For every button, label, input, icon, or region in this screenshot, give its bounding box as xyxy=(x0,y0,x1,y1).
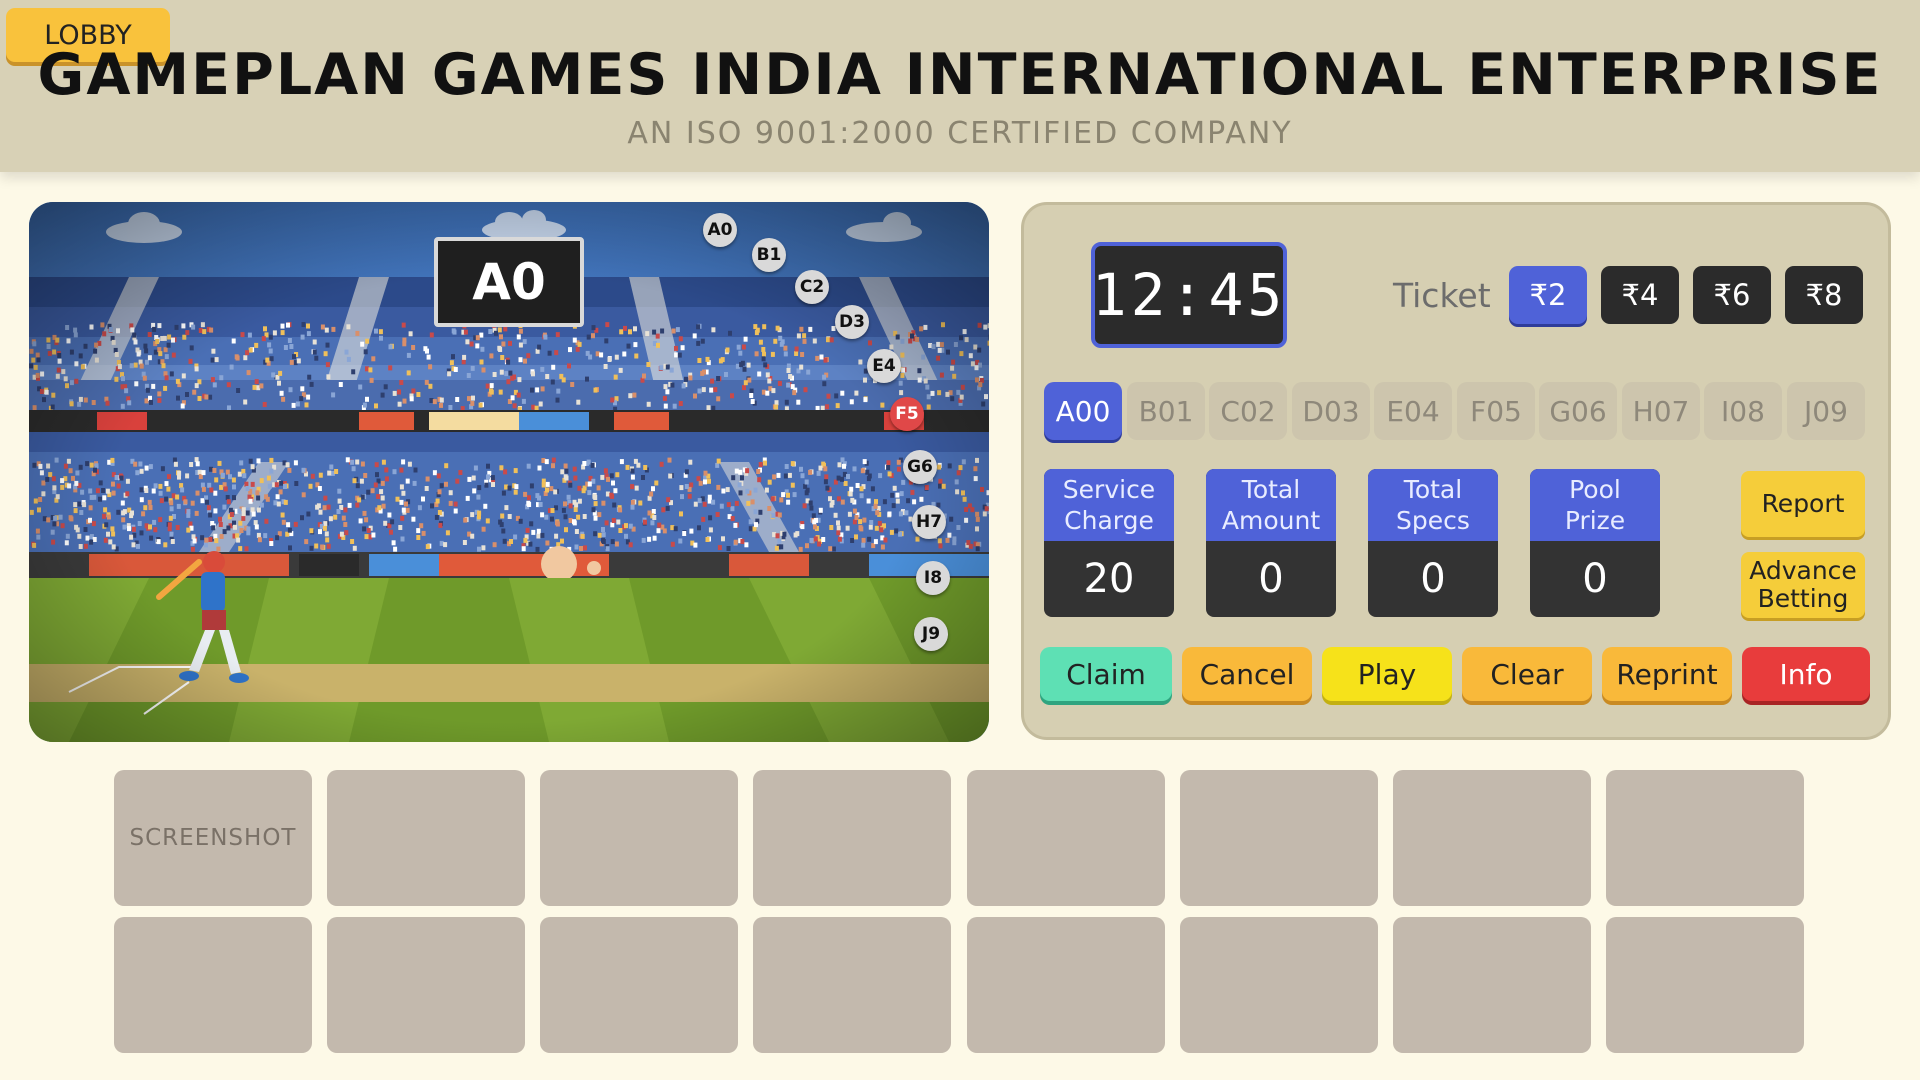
history-slot xyxy=(753,917,951,1053)
stat-value: 0 xyxy=(1258,556,1284,602)
sequence-marker-h7: H7 xyxy=(912,505,946,539)
sequence-marker-j9: J9 xyxy=(914,617,948,651)
history-slot xyxy=(327,770,525,906)
tab-j09[interactable]: J09 xyxy=(1787,382,1865,440)
history-slot: SCREENSHOT xyxy=(114,770,312,906)
stat-value: 0 xyxy=(1582,556,1608,602)
play-button[interactable]: Play xyxy=(1322,647,1452,701)
tab-g06[interactable]: G06 xyxy=(1539,382,1617,440)
sequence-marker-g6: G6 xyxy=(903,450,937,484)
history-slot xyxy=(1606,770,1804,906)
tab-a00[interactable]: A00 xyxy=(1044,382,1122,440)
sequence-marker-i8: I8 xyxy=(916,561,950,595)
ticket-label: Ticket xyxy=(1393,276,1491,315)
history-slot xyxy=(540,770,738,906)
sequence-marker-a0: A0 xyxy=(703,213,737,247)
stat-label: Pool Prize xyxy=(1530,469,1660,541)
sequence-marker-b1: B1 xyxy=(752,238,786,272)
history-slot xyxy=(967,917,1165,1053)
sequence-marker-d3: D3 xyxy=(835,305,869,339)
history-slot xyxy=(1393,770,1591,906)
tab-c02[interactable]: C02 xyxy=(1209,382,1287,440)
sequence-marker-c2: C2 xyxy=(795,270,829,304)
history-slot xyxy=(540,917,738,1053)
ticket-4-button[interactable]: ₹4 xyxy=(1601,266,1679,324)
stat-total-amount: Total Amount 0 xyxy=(1206,469,1336,617)
stat-label: Service Charge xyxy=(1044,469,1174,541)
stat-label: Total Specs xyxy=(1368,469,1498,541)
stat-value: 20 xyxy=(1083,556,1135,602)
tab-e04[interactable]: E04 xyxy=(1374,382,1452,440)
header: LOBBY GAMEPLAN GAMES INDIA INTERNATIONAL… xyxy=(0,0,1920,172)
advance-betting-button[interactable]: Advance Betting xyxy=(1741,552,1865,618)
reprint-button[interactable]: Reprint xyxy=(1602,647,1732,701)
tab-i08[interactable]: I08 xyxy=(1704,382,1782,440)
page-subtitle: AN ISO 9001:2000 CERTIFIED COMPANY xyxy=(627,116,1293,151)
history-slot xyxy=(1180,917,1378,1053)
tab-f05[interactable]: F05 xyxy=(1457,382,1535,440)
sequence-marker-f5: F5 xyxy=(890,397,924,431)
ticket-6-button[interactable]: ₹6 xyxy=(1693,266,1771,324)
history-slot xyxy=(1606,917,1804,1053)
tab-d03[interactable]: D03 xyxy=(1292,382,1370,440)
sequence-marker-e4: E4 xyxy=(867,349,901,383)
stat-label: Total Amount xyxy=(1206,469,1336,541)
page-title: GAMEPLAN GAMES INDIA INTERNATIONAL ENTER… xyxy=(37,42,1883,108)
stat-service-charge: Service Charge 20 xyxy=(1044,469,1174,617)
info-button[interactable]: Info xyxy=(1742,647,1870,701)
tab-h07[interactable]: H07 xyxy=(1622,382,1700,440)
history-slot xyxy=(114,917,312,1053)
clear-button[interactable]: Clear xyxy=(1462,647,1592,701)
ticket-8-button[interactable]: ₹8 xyxy=(1785,266,1863,324)
result-board: A0 xyxy=(434,237,584,327)
cancel-button[interactable]: Cancel xyxy=(1182,647,1312,701)
history-slot xyxy=(1180,770,1378,906)
stat-pool-prize: Pool Prize 0 xyxy=(1530,469,1660,617)
history-slot xyxy=(327,917,525,1053)
stat-total-specs: Total Specs 0 xyxy=(1368,469,1498,617)
ticket-2-button[interactable]: ₹2 xyxy=(1509,266,1587,324)
countdown-timer: 12:45 xyxy=(1091,242,1287,348)
tab-b01[interactable]: B01 xyxy=(1127,382,1205,440)
history-slot xyxy=(967,770,1165,906)
report-button[interactable]: Report xyxy=(1741,471,1865,537)
history-slot xyxy=(1393,917,1591,1053)
history-slot xyxy=(753,770,951,906)
stat-value: 0 xyxy=(1420,556,1446,602)
claim-button[interactable]: Claim xyxy=(1040,647,1172,701)
